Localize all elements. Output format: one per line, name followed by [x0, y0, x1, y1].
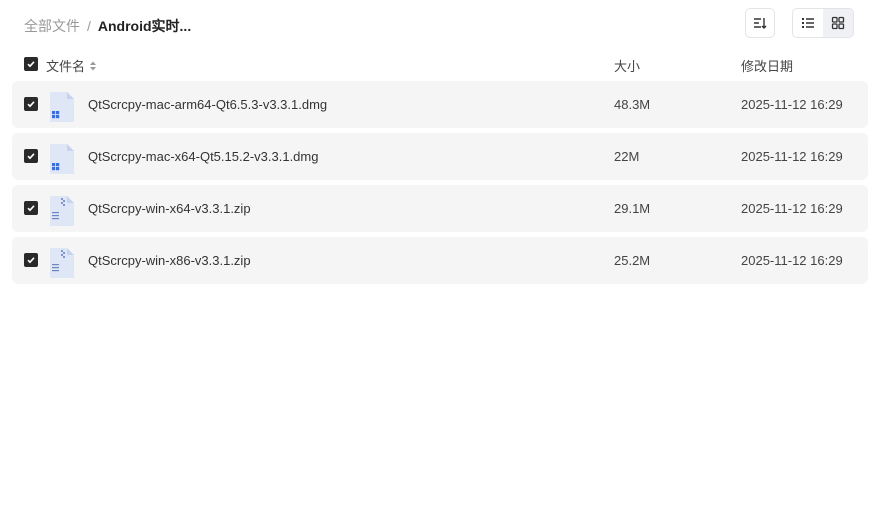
- grid-view-button[interactable]: [823, 9, 853, 37]
- file-name[interactable]: QtScrcpy-win-x64-v3.3.1.zip: [88, 201, 251, 216]
- file-modified-date: 2025-11-12 16:29: [741, 97, 843, 112]
- breadcrumb: 全部文件 / Android实时...: [24, 16, 191, 36]
- checkmark-icon: [27, 153, 35, 160]
- zip-file-icon: [50, 248, 74, 278]
- breadcrumb-root-link[interactable]: 全部文件: [24, 16, 80, 36]
- breadcrumb-separator: /: [87, 18, 91, 34]
- file-modified-date: 2025-11-12 16:29: [741, 201, 843, 216]
- row-checkbox[interactable]: [24, 253, 38, 267]
- sort-icon: [754, 18, 767, 29]
- sort-updown-icon[interactable]: [89, 60, 97, 72]
- file-size: 29.1M: [614, 201, 651, 216]
- list-view-button[interactable]: [793, 9, 823, 37]
- name-column-label: 文件名: [46, 59, 86, 74]
- row-checkbox[interactable]: [24, 149, 38, 163]
- file-modified-date: 2025-11-12 16:29: [741, 149, 843, 164]
- file-name[interactable]: QtScrcpy-mac-x64-Qt5.15.2-v3.3.1.dmg: [88, 149, 318, 164]
- checkmark-icon: [27, 205, 35, 212]
- dmg-file-icon: [50, 144, 74, 174]
- name-column-header[interactable]: 文件名: [46, 56, 97, 75]
- top-bar: 全部文件 / Android实时...: [0, 0, 878, 48]
- modified-column-header: 修改日期: [741, 59, 794, 74]
- zip-file-icon: [50, 196, 74, 226]
- file-name[interactable]: QtScrcpy-win-x86-v3.3.1.zip: [88, 253, 251, 268]
- select-all-checkbox[interactable]: [24, 57, 38, 71]
- file-row[interactable]: QtScrcpy-mac-x64-Qt5.15.2-v3.3.1.dmg 22M…: [12, 133, 868, 180]
- checkmark-icon: [27, 61, 35, 68]
- list-view-icon: [802, 18, 814, 28]
- row-checkbox[interactable]: [24, 201, 38, 215]
- checkmark-icon: [27, 257, 35, 264]
- row-checkbox[interactable]: [24, 97, 38, 111]
- file-row[interactable]: QtScrcpy-win-x86-v3.3.1.zip 25.2M 2025-1…: [12, 237, 868, 284]
- file-name[interactable]: QtScrcpy-mac-arm64-Qt6.5.3-v3.3.1.dmg: [88, 97, 327, 112]
- file-row[interactable]: QtScrcpy-mac-arm64-Qt6.5.3-v3.3.1.dmg 48…: [12, 81, 868, 128]
- breadcrumb-current: Android实时...: [97, 18, 192, 34]
- file-modified-date: 2025-11-12 16:29: [741, 253, 843, 268]
- file-row[interactable]: QtScrcpy-win-x64-v3.3.1.zip 29.1M 2025-1…: [12, 185, 868, 232]
- size-column-header: 大小: [614, 59, 641, 74]
- dmg-file-icon: [50, 92, 74, 122]
- file-size: 22M: [614, 149, 640, 164]
- view-toggle-group: [792, 8, 854, 38]
- checkmark-icon: [27, 101, 35, 108]
- file-size: 25.2M: [614, 253, 651, 268]
- file-list-header: 文件名 大小 修改日期: [12, 52, 868, 76]
- grid-view-icon: [831, 16, 845, 30]
- sort-button[interactable]: [745, 8, 775, 38]
- file-size: 48.3M: [614, 97, 651, 112]
